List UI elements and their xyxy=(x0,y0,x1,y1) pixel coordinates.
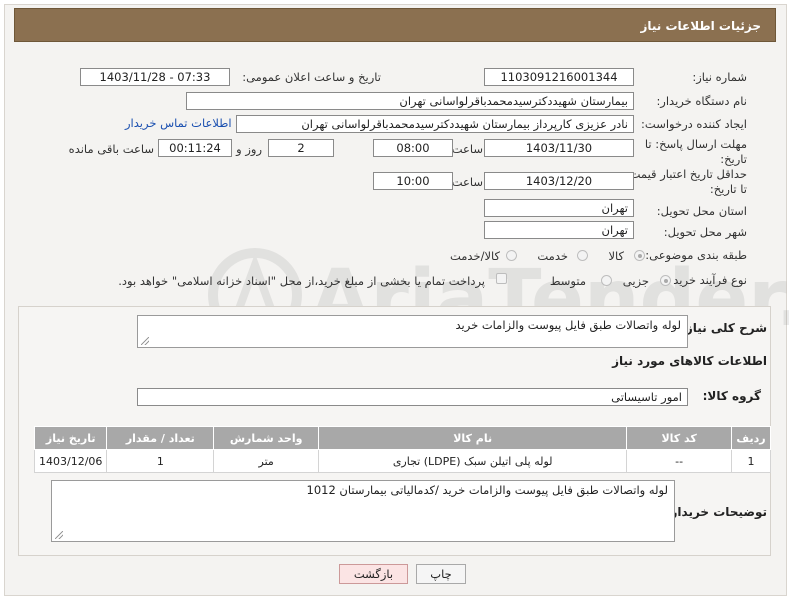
col-header-goods-code: کد کالا xyxy=(626,426,733,450)
summary-text: لوله واتصالات طبق فایل پیوست والزامات خر… xyxy=(455,318,682,332)
need-number-field: 1103091216001344 xyxy=(484,68,634,86)
goods-info-title: اطلاعات کالاهای مورد نیاز xyxy=(612,354,767,368)
category-radio-goods[interactable] xyxy=(634,250,645,261)
col-header-goods-name: نام کالا xyxy=(318,426,628,450)
summary-field: لوله واتصالات طبق فایل پیوست والزامات خر… xyxy=(137,315,688,348)
buyer-notes-field: لوله واتصالات طبق فایل پیوست والزامات خر… xyxy=(51,480,675,542)
payment-checkbox[interactable] xyxy=(496,273,507,284)
deadline-time-field: 08:00 xyxy=(373,139,453,157)
page-title: جزئیات اطلاعات نیاز xyxy=(14,8,776,42)
deadline-time-label: ساعت xyxy=(451,142,483,156)
requester-label: ایجاد کننده درخواست: xyxy=(641,117,747,131)
cell-row-number: 1 xyxy=(731,449,771,473)
validity-label: حداقل تاریخ اعتبار قیمت: تا تاریخ: xyxy=(625,167,747,196)
col-header-row-number: ردیف xyxy=(731,426,771,450)
cell-quantity: 1 xyxy=(106,449,215,473)
announce-label: تاریخ و ساعت اعلان عمومی: xyxy=(242,70,381,84)
deadline-date-field: 1403/11/30 xyxy=(484,139,634,157)
category-label: طبقه بندی موضوعی: xyxy=(645,248,747,262)
process-option-medium: متوسط xyxy=(549,274,586,288)
print-button[interactable]: چاپ xyxy=(416,564,466,584)
back-button[interactable]: بازگشت xyxy=(339,564,408,584)
buyer-notes-label: توضیحات خریدار: xyxy=(665,505,767,519)
deadline-label: مهلت ارسال پاسخ: تا تاریخ: xyxy=(644,137,747,166)
requester-field: نادر عزیزی کارپرداز بیمارستان شهیددکترسی… xyxy=(236,115,634,133)
col-header-unit: واحد شمارش xyxy=(213,426,320,450)
validity-time-label: ساعت xyxy=(451,175,483,189)
cell-goods-code: -- xyxy=(626,449,733,473)
days-label: روز و xyxy=(236,142,262,156)
table-header-row: ردیف کد کالا نام کالا واحد شمارش تعداد /… xyxy=(33,426,771,450)
buyer-org-label: نام دستگاه خریدار: xyxy=(656,94,747,108)
remaining-label: ساعت باقی مانده xyxy=(68,142,154,156)
process-option-minor: جزیی xyxy=(622,274,649,288)
city-label: شهر محل تحویل: xyxy=(663,225,747,239)
category-option-service: خدمت xyxy=(537,249,568,263)
category-radio-both[interactable] xyxy=(506,250,517,261)
days-field: 2 xyxy=(268,139,334,157)
cell-need-date: 1403/12/06 xyxy=(33,449,108,473)
remaining-time-field: 00:11:24 xyxy=(158,139,232,157)
group-label: گروه کالا: xyxy=(702,389,761,403)
goods-table: ردیف کد کالا نام کالا واحد شمارش تعداد /… xyxy=(33,426,771,473)
category-radio-service[interactable] xyxy=(577,250,588,261)
payment-note: پرداخت تمام یا بخشی از مبلغ خرید،از محل … xyxy=(118,274,485,288)
buyer-contact-link[interactable]: اطلاعات تماس خریدار xyxy=(125,116,232,130)
validity-date-field: 1403/12/20 xyxy=(484,172,634,190)
buyer-org-field: بیمارستان شهیددکترسیدمحمدباقرلواسانی تهر… xyxy=(186,92,634,110)
process-label: نوع فرآیند خرید : xyxy=(665,273,747,287)
cell-unit: متر xyxy=(213,449,320,473)
announce-field: 1403/11/28 - 07:33 xyxy=(80,68,230,86)
province-field: تهران xyxy=(484,199,634,217)
resize-grip-icon[interactable] xyxy=(55,531,63,539)
cell-goods-name: لوله پلی اتیلن سبک (LDPE) تجاری xyxy=(318,449,628,473)
category-option-goods: کالا xyxy=(608,249,624,263)
col-header-need-date: تاریخ نیاز xyxy=(33,426,108,450)
process-radio-medium[interactable] xyxy=(601,275,612,286)
group-field: امور تاسیساتی xyxy=(137,388,688,406)
need-number-label: شماره نیاز: xyxy=(692,70,747,84)
buyer-notes-text: لوله واتصالات طبق فایل پیوست والزامات خر… xyxy=(306,483,669,497)
validity-time-field: 10:00 xyxy=(373,172,453,190)
table-row: 1 -- لوله پلی اتیلن سبک (LDPE) تجاری متر… xyxy=(33,449,771,473)
process-radio-minor[interactable] xyxy=(660,275,671,286)
resize-grip-icon[interactable] xyxy=(141,337,149,345)
summary-label: شرح کلی نیاز: xyxy=(681,321,767,335)
city-field: تهران xyxy=(484,221,634,239)
province-label: استان محل تحویل: xyxy=(656,204,747,218)
category-option-both: کالا/خدمت xyxy=(449,249,500,263)
col-header-quantity: تعداد / مقدار xyxy=(106,426,215,450)
